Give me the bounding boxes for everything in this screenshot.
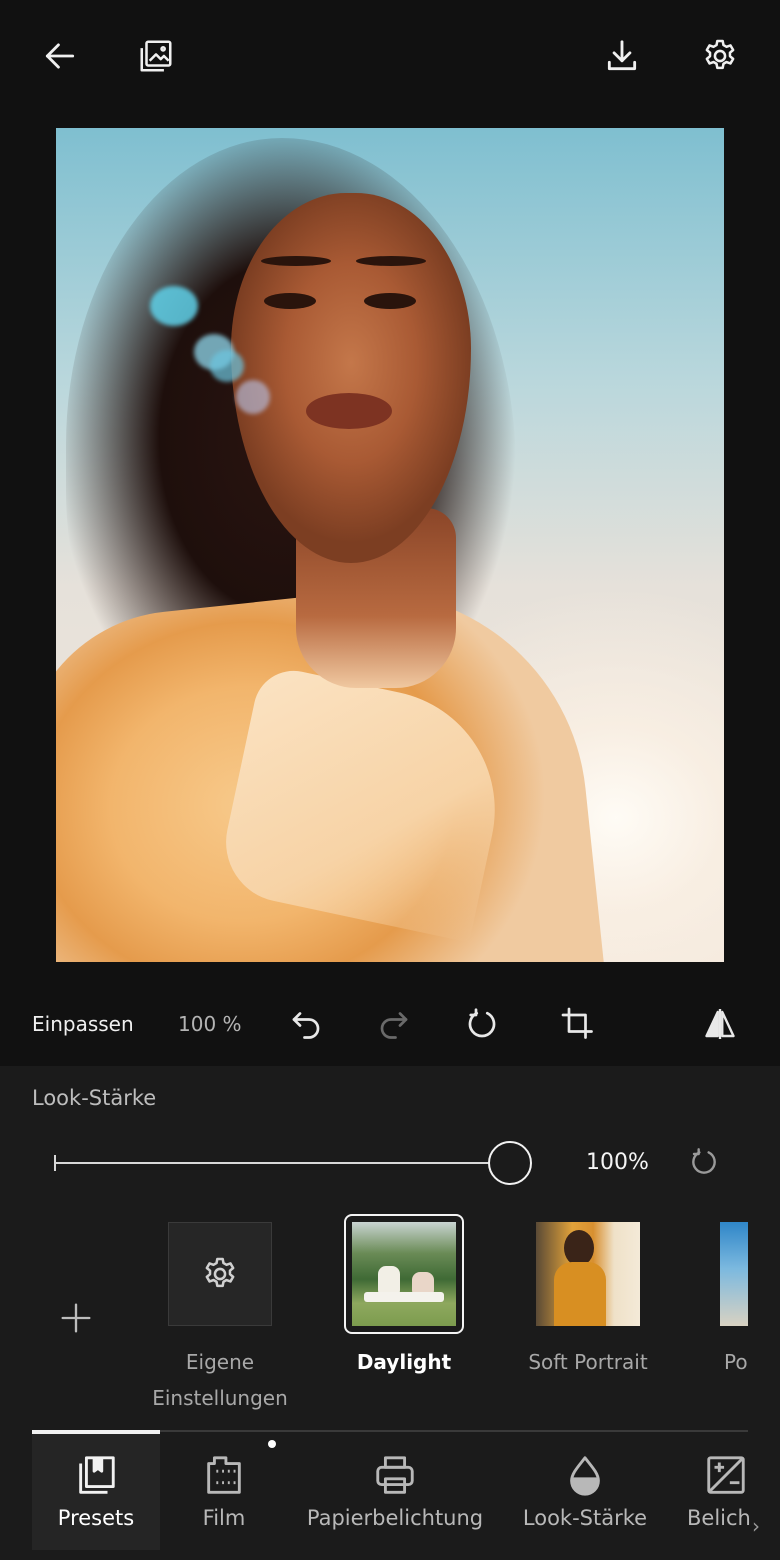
arrow-left-icon — [45, 43, 75, 69]
thumb-body — [554, 1262, 606, 1326]
gallery-button[interactable] — [132, 32, 180, 80]
preset-label-line1: Eigene — [185, 1350, 255, 1374]
tab-label: Belich — [687, 1506, 751, 1530]
preset-soft-portrait[interactable]: Soft Portrait — [528, 1222, 648, 1374]
thumb-head — [564, 1230, 594, 1266]
preset-thumbnail — [168, 1222, 272, 1326]
slider-track[interactable] — [54, 1162, 510, 1164]
top-bar — [0, 0, 780, 112]
gear-icon — [705, 39, 735, 70]
redo-button[interactable] — [370, 1000, 418, 1048]
photo-brow-left — [261, 256, 331, 266]
undo-icon — [292, 1012, 320, 1039]
edit-toolbar: Einpassen 100 % — [0, 980, 780, 1066]
tab-papierbelichtung[interactable]: Papierbelichtung — [300, 1434, 490, 1550]
tab-label: Presets — [57, 1506, 135, 1530]
back-button[interactable] — [36, 32, 84, 80]
photo-eye-right — [364, 293, 416, 309]
tab-label: Papierbelichtung — [306, 1506, 484, 1530]
look-panel: Look-Stärke 100% Eigene Einstellungen Da… — [0, 1066, 780, 1560]
slider-knob[interactable] — [488, 1141, 532, 1185]
reset-icon[interactable] — [688, 1146, 720, 1178]
chevron-right-icon[interactable]: › — [752, 1514, 760, 1538]
crop-button[interactable] — [554, 1000, 602, 1048]
drop-icon — [570, 1456, 600, 1496]
look-strength-value: 100% — [586, 1150, 649, 1175]
preset-label: Eigene Einstellungen — [120, 1344, 320, 1416]
tab-belichtung[interactable]: Belich — [684, 1434, 752, 1550]
redo-icon — [380, 1012, 408, 1039]
settings-button[interactable] — [696, 32, 744, 80]
presets-icon — [79, 1456, 115, 1494]
bottom-tab-bar: Presets Film Papierbelichtung Look-Stärk… — [0, 1434, 780, 1560]
rotate-button[interactable] — [458, 1000, 506, 1048]
film-icon — [207, 1456, 241, 1494]
crop-icon — [561, 1007, 593, 1039]
photo-eye-left — [264, 293, 316, 309]
lens-flare — [210, 350, 244, 382]
preset-custom[interactable]: Eigene Einstellungen — [152, 1222, 288, 1410]
photo-lips — [306, 393, 392, 429]
gear-icon — [205, 1257, 235, 1288]
tab-film[interactable]: Film — [166, 1434, 282, 1550]
lens-flare — [150, 286, 198, 326]
preset-label: Soft Portrait — [528, 1350, 648, 1374]
photo-brow-right — [356, 256, 426, 266]
photo-preview[interactable] — [56, 128, 724, 962]
tab-presets[interactable]: Presets — [32, 1434, 160, 1550]
rotate-icon — [468, 1008, 496, 1038]
compare-icon — [705, 1009, 735, 1039]
tab-label: Film — [202, 1506, 246, 1530]
preset-label-line2: Einstellungen — [152, 1386, 288, 1410]
thumb-blanket — [364, 1292, 444, 1302]
preset-daylight[interactable]: Daylight — [344, 1214, 464, 1374]
tab-look-staerke[interactable]: Look-Stärke — [516, 1434, 654, 1550]
fit-button[interactable]: Einpassen — [32, 1012, 134, 1036]
preset-thumbnail — [536, 1222, 640, 1326]
exposure-icon — [707, 1456, 745, 1494]
printer-icon — [376, 1456, 414, 1494]
download-button[interactable] — [598, 32, 646, 80]
look-strength-title: Look-Stärke — [32, 1086, 157, 1110]
download-icon — [607, 40, 637, 71]
lens-flare — [236, 380, 270, 414]
preset-thumbnail — [352, 1222, 456, 1326]
preset-label: Po — [724, 1350, 748, 1374]
preset-partial[interactable]: Po — [720, 1222, 748, 1374]
add-preset-button[interactable] — [56, 1298, 96, 1338]
zoom-level: 100 % — [178, 1012, 242, 1036]
gallery-icon — [140, 40, 172, 72]
tab-label: Look-Stärke — [522, 1506, 648, 1530]
undo-button[interactable] — [282, 1000, 330, 1048]
preset-thumbnail — [720, 1222, 748, 1326]
preset-label: Daylight — [356, 1350, 452, 1374]
compare-button[interactable] — [696, 1000, 744, 1048]
